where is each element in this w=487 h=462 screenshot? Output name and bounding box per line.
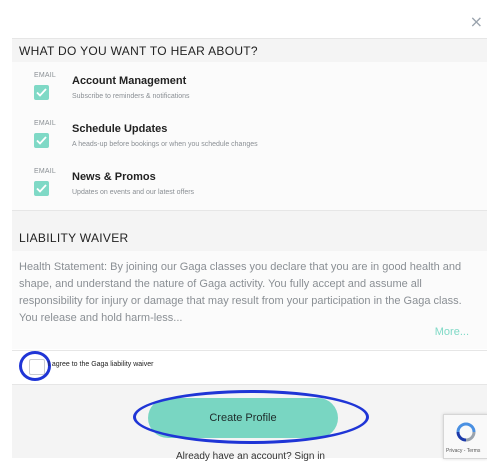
waiver-heading: LIABILITY WAIVER: [19, 231, 129, 245]
pref-title: Schedule Updates: [72, 123, 168, 135]
preferences-heading: WHAT DO YOU WANT TO HEAR ABOUT?: [19, 44, 258, 58]
pref-news-promos: EMAIL News & Promos Updates on events an…: [12, 158, 487, 217]
pref-subtitle: Updates on events and our latest offers: [72, 189, 195, 196]
news-promos-checkbox[interactable]: [34, 181, 49, 196]
schedule-updates-checkbox[interactable]: [34, 133, 49, 148]
account-management-checkbox[interactable]: [34, 85, 49, 100]
checkmark-icon: [36, 184, 47, 193]
email-tag: EMAIL: [34, 120, 57, 127]
checkmark-icon: [36, 88, 47, 97]
pref-subtitle: Subscribe to reminders & notifications: [72, 93, 190, 100]
pref-subtitle: A heads-up before bookings or when you s…: [72, 141, 258, 148]
recaptcha-badge[interactable]: Privacy - Terms: [443, 414, 487, 459]
highlight-ring: [133, 390, 369, 444]
email-tag: EMAIL: [34, 72, 57, 79]
signup-dialog: × WHAT DO YOU WANT TO HEAR ABOUT? EMAIL …: [0, 0, 487, 462]
pref-title: Account Management: [72, 75, 187, 87]
pref-title: News & Promos: [72, 171, 156, 183]
email-tag: EMAIL: [34, 168, 57, 175]
recaptcha-footer[interactable]: Privacy - Terms: [446, 448, 480, 454]
waiver-text: Health Statement: By joining our Gaga cl…: [19, 261, 462, 324]
agree-waiver-label: I agree to the Gaga liability waiver: [48, 361, 154, 368]
highlight-ring: [19, 351, 51, 381]
checkmark-icon: [36, 136, 47, 145]
more-link[interactable]: More...: [435, 326, 469, 338]
recaptcha-icon: [456, 422, 476, 442]
close-icon[interactable]: ×: [470, 14, 483, 30]
